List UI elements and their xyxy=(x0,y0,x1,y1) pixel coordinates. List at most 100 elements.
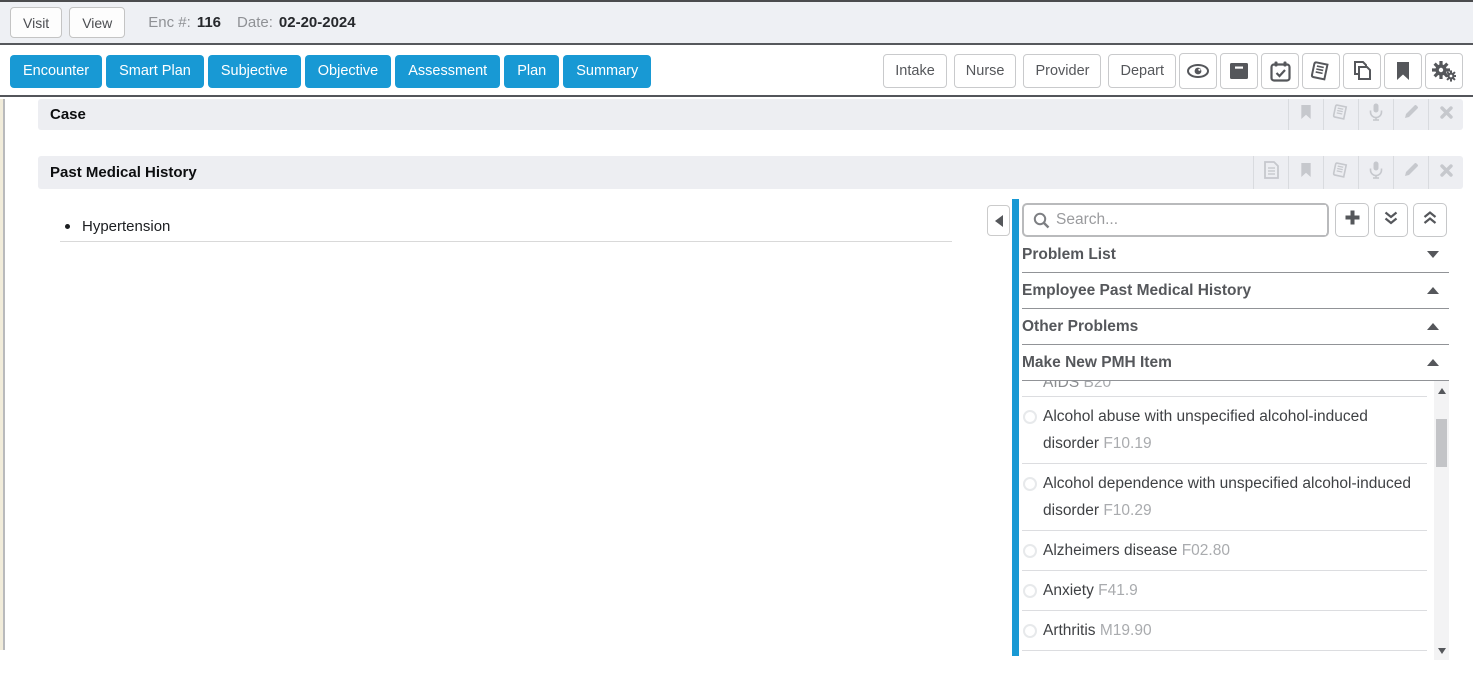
expand-all-button[interactable] xyxy=(1374,203,1408,237)
list-item[interactable]: Arthritis M19.90 xyxy=(1022,611,1427,651)
tab-plan[interactable]: Plan xyxy=(504,55,559,88)
problem-name: Alcohol abuse with unspecified alcohol-i… xyxy=(1043,408,1368,452)
pmh-item-label: Hypertension xyxy=(82,218,170,235)
archive-button[interactable] xyxy=(1220,53,1258,89)
group-label: Other Problems xyxy=(1022,318,1138,336)
pmh-close-button[interactable] xyxy=(1428,156,1463,189)
problem-name: Alcohol dependence with unspecified alco… xyxy=(1043,475,1411,519)
tab-subjective[interactable]: Subjective xyxy=(208,55,301,88)
pmh-edit-button[interactable] xyxy=(1393,156,1428,189)
pmh-section-bar: Past Medical History xyxy=(38,156,1463,189)
list-scrollbar[interactable] xyxy=(1434,381,1449,660)
book-icon xyxy=(1332,162,1350,184)
group-label: Problem List xyxy=(1022,246,1116,264)
list-item[interactable]: Anxiety F41.9 xyxy=(1022,571,1427,611)
panel-accent-bar xyxy=(1012,199,1019,656)
bookmark-icon xyxy=(1299,162,1313,183)
view-button[interactable]: View xyxy=(69,7,125,38)
problem-code: M19.90 xyxy=(1100,622,1152,639)
problem-code: F02.80 xyxy=(1182,542,1230,559)
calendar-check-icon xyxy=(1270,61,1291,82)
problem-code: F41.9 xyxy=(1098,582,1138,599)
triangle-down-icon xyxy=(1438,648,1446,654)
list-item[interactable]: Alcohol dependence with unspecified alco… xyxy=(1022,464,1427,531)
case-edit-button[interactable] xyxy=(1393,99,1428,130)
archive-box-icon xyxy=(1229,61,1249,81)
chevron-down-icon xyxy=(1427,251,1439,258)
intake-button[interactable]: Intake xyxy=(883,54,947,88)
pencil-icon xyxy=(1403,104,1419,125)
list-item[interactable]: Alzheimers disease F02.80 xyxy=(1022,531,1427,571)
pmh-dictate-button[interactable] xyxy=(1358,156,1393,189)
bookmark-button[interactable] xyxy=(1384,53,1422,89)
pmh-list-item-hypertension[interactable]: Hypertension xyxy=(60,211,952,242)
radio-icon[interactable] xyxy=(1023,477,1037,491)
double-chevron-up-icon xyxy=(1422,210,1438,231)
list-item-clipped[interactable]: AIDS B20 xyxy=(1022,381,1427,397)
panel-collapse-button[interactable] xyxy=(987,205,1010,236)
tab-objective[interactable]: Objective xyxy=(305,55,391,88)
problem-code: F10.29 xyxy=(1103,502,1151,519)
provider-button[interactable]: Provider xyxy=(1023,54,1101,88)
group-employee-pmh[interactable]: Employee Past Medical History xyxy=(1022,273,1449,309)
chevron-up-icon xyxy=(1427,359,1439,366)
bookmark-icon xyxy=(1394,61,1412,81)
collapse-all-button[interactable] xyxy=(1413,203,1447,237)
scroll-up-arrow[interactable] xyxy=(1434,383,1449,398)
case-dictate-button[interactable] xyxy=(1358,99,1393,130)
close-icon xyxy=(1440,106,1453,124)
document-icon xyxy=(1264,161,1279,184)
eye-icon xyxy=(1186,61,1210,81)
case-book-button[interactable] xyxy=(1323,99,1358,130)
book-button[interactable] xyxy=(1302,53,1340,89)
visit-button[interactable]: Visit xyxy=(10,7,62,38)
case-bookmark-button[interactable] xyxy=(1288,99,1323,130)
group-label: Make New PMH Item xyxy=(1022,354,1172,372)
group-problem-list[interactable]: Problem List xyxy=(1022,237,1449,273)
radio-icon[interactable] xyxy=(1023,624,1037,638)
group-other-problems[interactable]: Other Problems xyxy=(1022,309,1449,345)
scroll-down-arrow[interactable] xyxy=(1434,643,1449,658)
eye-button[interactable] xyxy=(1179,53,1217,89)
tab-summary[interactable]: Summary xyxy=(563,55,651,88)
problem-code: F10.19 xyxy=(1103,435,1151,452)
problem-search-panel: Problem List Employee Past Medical Histo… xyxy=(1022,199,1449,659)
tab-encounter[interactable]: Encounter xyxy=(10,55,102,88)
problem-code: B20 xyxy=(1084,381,1112,391)
ehr-encounter-screen: Visit View Enc #:116 Date:02-20-2024 Enc… xyxy=(0,0,1473,673)
date-label: Date:02-20-2024 xyxy=(237,14,356,31)
left-edge-strip xyxy=(0,99,5,650)
depart-button[interactable]: Depart xyxy=(1108,54,1176,88)
radio-icon[interactable] xyxy=(1023,584,1037,598)
list-item[interactable]: Alcohol abuse with unspecified alcohol-i… xyxy=(1022,397,1427,464)
pmh-document-button[interactable] xyxy=(1253,156,1288,189)
pmh-bookmark-button[interactable] xyxy=(1288,156,1323,189)
pencil-icon xyxy=(1403,162,1419,183)
radio-icon[interactable] xyxy=(1023,544,1037,558)
add-problem-button[interactable] xyxy=(1335,203,1369,237)
case-section-actions xyxy=(1288,99,1463,130)
tab-smart-plan[interactable]: Smart Plan xyxy=(106,55,204,88)
group-make-new-pmh-item[interactable]: Make New PMH Item xyxy=(1022,345,1449,381)
problem-name: Arthritis xyxy=(1043,622,1096,639)
search-box xyxy=(1022,203,1329,237)
radio-icon[interactable] xyxy=(1023,410,1037,424)
bookmark-icon xyxy=(1299,104,1313,125)
nurse-button[interactable]: Nurse xyxy=(954,54,1017,88)
chevron-up-icon xyxy=(1427,323,1439,330)
close-icon xyxy=(1440,164,1453,182)
settings-button[interactable] xyxy=(1425,53,1463,89)
enc-number-value: 116 xyxy=(197,14,221,31)
search-input[interactable] xyxy=(1056,205,1326,235)
scrollbar-thumb[interactable] xyxy=(1436,419,1447,467)
copy-button[interactable] xyxy=(1343,53,1381,89)
problem-list-area: AIDS B20 Alcohol abuse with unspecified … xyxy=(1022,381,1449,651)
case-close-button[interactable] xyxy=(1428,99,1463,130)
nav-toolbar: Encounter Smart Plan Subjective Objectiv… xyxy=(0,47,1473,97)
pmh-section-actions xyxy=(1253,156,1463,189)
date-value: 02-20-2024 xyxy=(279,14,356,31)
calendar-check-button[interactable] xyxy=(1261,53,1299,89)
tab-assessment[interactable]: Assessment xyxy=(395,55,500,88)
pmh-book-button[interactable] xyxy=(1323,156,1358,189)
problem-name: Anxiety xyxy=(1043,582,1094,599)
